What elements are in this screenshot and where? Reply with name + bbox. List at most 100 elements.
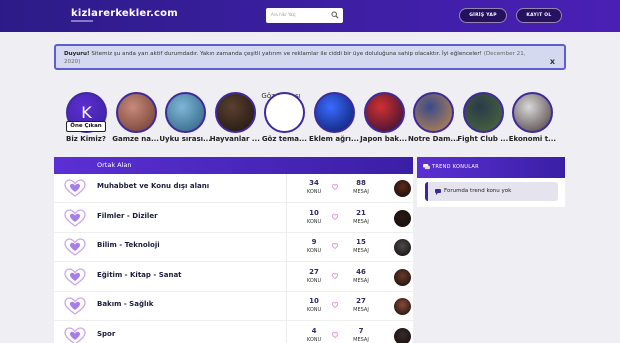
featured-badge: Öne Çıkan (66, 121, 106, 132)
story-label[interactable]: Eklem ağrı... (306, 135, 362, 143)
forum-name[interactable]: Filmler - Diziler (97, 212, 158, 220)
trend-empty-notice: Forumda trend konu yok (425, 182, 558, 201)
register-button[interactable]: KAYIT OL (516, 8, 562, 23)
story-item[interactable]: K Öne Çıkan Biz Kimiz? (60, 92, 108, 148)
heart-small-icon (332, 272, 338, 279)
forum-panel: Ortak Alan Muhabbet ve Konu dışı alanı 34… (54, 157, 413, 343)
topic-count: 9 KONU (298, 238, 330, 254)
topic-count: 10 KONU (298, 297, 330, 313)
topic-count-value: 27 (309, 267, 319, 276)
forum-row[interactable]: Filmler - Diziler 10 KONU 21 MESAJ (54, 204, 413, 233)
forum-name[interactable]: Muhabbet ve Konu dışı alanı (97, 182, 209, 190)
story-item[interactable]: Hayvanlar ... (209, 92, 260, 148)
heart-forum-icon (64, 238, 86, 256)
forum-row[interactable]: Spor 4 KONU 7 MESAJ (54, 322, 413, 343)
heart-forum-icon (64, 297, 86, 315)
story-item[interactable]: Gamze na... (110, 92, 159, 148)
announcement-text: Duyuru! Sitemiz şu anda yarı aktif durum… (64, 50, 534, 66)
story-label[interactable]: Göz tema... (256, 135, 312, 143)
story-thumbnail[interactable] (314, 92, 355, 133)
site-logo[interactable]: kizlarerkekler.com (71, 8, 178, 19)
story-thumbnail[interactable] (413, 92, 455, 133)
info-icon (435, 189, 441, 195)
topic-count-label: KONU (306, 189, 322, 195)
story-label[interactable]: Biz Kimiz? (58, 135, 114, 143)
story-label[interactable]: Gamze na... (108, 135, 164, 143)
top-header: kizlarerkekler.com Ara hikr Yazj GİRİŞ Y… (0, 0, 620, 32)
avatar[interactable] (394, 268, 411, 286)
topic-count-value: 10 (309, 208, 319, 217)
story-label[interactable]: Notre Dam... (405, 135, 461, 143)
story-label[interactable]: Japon bak... (356, 135, 412, 143)
login-button[interactable]: GİRİŞ YAP (459, 8, 507, 23)
trend-panel: TREND KONULAR Forumda trend konu yok (417, 157, 565, 207)
search-box[interactable]: Ara hikr Yazj (266, 8, 343, 23)
story-thumbnail[interactable] (115, 92, 157, 133)
heart-small-icon (332, 184, 338, 190)
forum-name[interactable]: Eğitim - Kitap - Sanat (97, 271, 182, 279)
forum-row[interactable]: Bakım - Sağlık 10 KONU 27 MESAJ (54, 292, 413, 321)
avatar[interactable] (394, 298, 411, 315)
topic-count-value: 10 (309, 297, 319, 305)
story-item[interactable]: Eklem ağrı... (308, 92, 359, 148)
story-circles: K Öne Çıkan Biz Kimiz? Gamze na... Uyku sıra… (60, 92, 560, 148)
heart-small-icon (332, 331, 338, 338)
story-label[interactable]: Fight Club ... (455, 135, 511, 143)
story-thumbnail[interactable] (165, 92, 207, 133)
notice-accent-bar (425, 182, 428, 201)
message-count: 46 MESAJ (345, 268, 377, 284)
avatar[interactable] (394, 239, 411, 256)
avatar[interactable] (394, 209, 411, 227)
message-count-label: MESAJ (353, 307, 369, 313)
announcement-body: Sitemiz şu anda yarı aktif durumdadır. Y… (91, 51, 482, 57)
message-count: 88 MESAJ (345, 179, 377, 195)
topic-count: 4 KONU (298, 327, 330, 343)
story-thumbnail[interactable] (462, 92, 504, 133)
story-item[interactable]: Fight Club ... (457, 92, 508, 148)
forum-row[interactable]: Muhabbet ve Konu dışı alanı 34 KONU 88 MESAJ (54, 174, 413, 203)
story-label[interactable]: Uyku sırası... (157, 135, 213, 143)
message-count-value: 46 (356, 267, 366, 276)
message-count-label: MESAJ (353, 218, 369, 225)
story-label[interactable]: Hayvanlar ... (207, 135, 263, 143)
story-item[interactable]: Notre Dam... (407, 92, 458, 148)
announcement-title: Duyuru! (64, 51, 90, 57)
avatar[interactable] (394, 180, 411, 197)
story-item[interactable]: Göz temasıGöz tema... (258, 92, 307, 148)
close-icon[interactable]: x (550, 57, 555, 66)
avatar[interactable] (394, 327, 411, 343)
story-label[interactable]: Ekonomi t... (504, 135, 560, 143)
forum-name[interactable]: Bakım - Sağlık (97, 300, 153, 308)
topic-count-value: 4 (311, 326, 317, 335)
heart-small-icon (332, 213, 338, 220)
topic-count-label: KONU (306, 336, 322, 343)
story-item[interactable]: Ekonomi t... (506, 92, 556, 148)
trend-empty-text: Forumda trend konu yok (444, 188, 512, 194)
story-thumbnail[interactable] (512, 92, 554, 133)
topic-count-value: 34 (309, 179, 319, 187)
story-thumbnail[interactable] (363, 92, 405, 133)
story-item[interactable]: Uyku sırası... (159, 92, 211, 148)
topic-count-value: 9 (311, 238, 317, 246)
message-count: 21 MESAJ (345, 209, 377, 225)
forum-name[interactable]: Bilim - Teknoloji (97, 241, 160, 249)
heart-forum-icon (64, 208, 86, 227)
story-thumbnail[interactable] (264, 92, 306, 133)
message-count-label: MESAJ (353, 336, 369, 343)
message-count-value: 88 (356, 179, 366, 187)
topic-count-label: KONU (306, 307, 322, 313)
forum-row[interactable]: Bilim - Teknoloji 9 KONU 15 MESAJ (54, 233, 413, 262)
search-icon[interactable] (331, 11, 339, 19)
story-thumbnail[interactable] (214, 92, 256, 133)
forum-name[interactable]: Spor (97, 330, 115, 338)
heart-small-icon (332, 302, 338, 308)
forum-header: Ortak Alan (54, 157, 413, 174)
forum-row[interactable]: Eğitim - Kitap - Sanat 27 KONU 46 MESAJ (54, 263, 413, 292)
heart-small-icon (332, 243, 338, 249)
message-count-value: 21 (356, 208, 366, 217)
story-item[interactable]: Japon bak... (358, 92, 407, 148)
trend-title: TREND KONULAR (432, 164, 479, 170)
message-count-value: 27 (356, 297, 366, 305)
message-count: 7 MESAJ (345, 327, 377, 343)
topic-count: 10 KONU (298, 209, 330, 225)
